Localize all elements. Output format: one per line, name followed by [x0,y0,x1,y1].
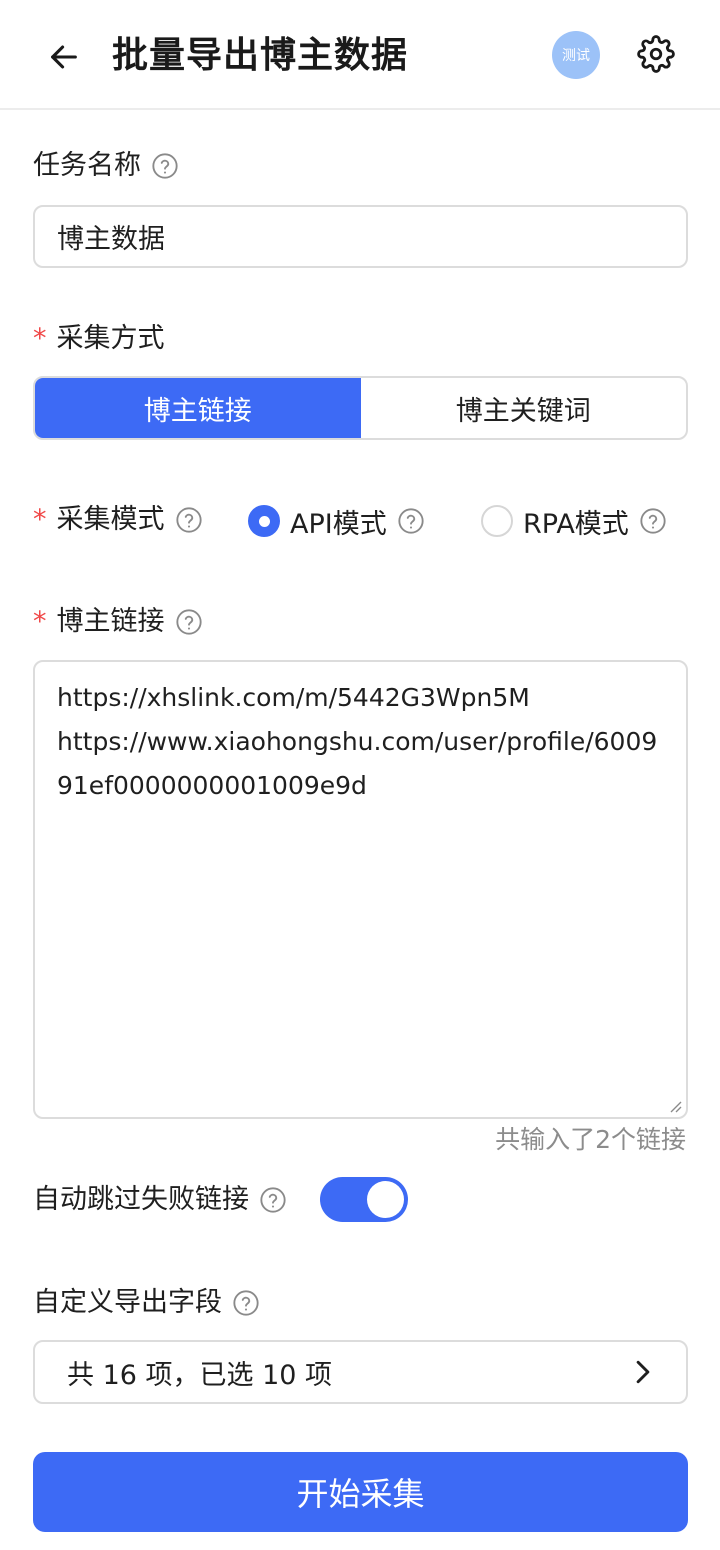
radio-rpa-mode[interactable]: RPA模式 [481,502,667,540]
arrow-left-icon [51,45,77,69]
radio-rpa-button[interactable] [481,505,513,537]
task-name-label-text: 任务名称 [33,150,141,181]
collect-mode-label-text: 采集模式 [56,504,165,535]
blogger-links-label-text: 博主链接 [56,606,165,637]
task-name-label: 任务名称 [33,148,179,184]
radio-api-button[interactable] [248,505,280,537]
blogger-links-textarea[interactable]: https://xhslink.com/m/5442G3Wpn5M https:… [33,660,688,1119]
export-fields-label-text: 自定义导出字段 [33,1287,222,1318]
radio-rpa-label: RPA模式 [523,508,629,540]
test-badge[interactable]: 测试 [552,31,600,79]
question-circle-icon[interactable] [175,506,203,534]
required-asterisk: * [33,504,47,535]
radio-api-label: API模式 [290,508,387,540]
resize-grip-icon[interactable] [668,1099,682,1113]
page-title: 批量导出博主数据 [112,35,409,76]
collect-mode-label: * 采集模式 [33,502,203,538]
question-circle-icon[interactable] [397,507,425,535]
export-fields-label: 自定义导出字段 [33,1285,260,1321]
collect-method-label-text: 采集方式 [56,323,165,354]
settings-button[interactable] [634,32,678,76]
segment-blogger-keyword[interactable]: 博主关键词 [361,378,687,438]
collect-method-label: * 采集方式 [33,321,165,357]
blogger-links-label: * 博主链接 [33,604,203,640]
auto-skip-toggle[interactable] [320,1177,408,1222]
auto-skip-label-text: 自动跳过失败链接 [33,1184,249,1215]
radio-api-mode[interactable]: API模式 [248,502,425,540]
gear-icon [637,35,675,73]
header-bar: 批量导出博主数据 测试 [0,0,720,110]
chevron-right-icon [636,1360,650,1384]
question-circle-icon[interactable] [175,608,203,636]
export-fields-summary: 共 16 项，已选 10 项 [67,1359,333,1391]
collect-method-segmented-control: 博主链接 博主关键词 [33,376,688,440]
task-name-input-wrapper [33,205,688,268]
export-fields-selector[interactable]: 共 16 项，已选 10 项 [33,1340,688,1404]
task-name-input[interactable] [35,207,686,266]
required-asterisk: * [33,606,47,637]
link-count-note: 共输入了2个链接 [495,1125,686,1154]
auto-skip-label: 自动跳过失败链接 [33,1182,287,1218]
blogger-links-text: https://xhslink.com/m/5442G3Wpn5M https:… [57,683,658,800]
question-circle-icon[interactable] [232,1289,260,1317]
question-circle-icon[interactable] [259,1186,287,1214]
toggle-knob [367,1181,404,1218]
required-asterisk: * [33,323,47,354]
segment-blogger-link[interactable]: 博主链接 [35,378,361,438]
back-button[interactable] [40,33,88,81]
start-collect-button[interactable]: 开始采集 [33,1452,688,1532]
question-circle-icon[interactable] [151,152,179,180]
question-circle-icon[interactable] [639,507,667,535]
